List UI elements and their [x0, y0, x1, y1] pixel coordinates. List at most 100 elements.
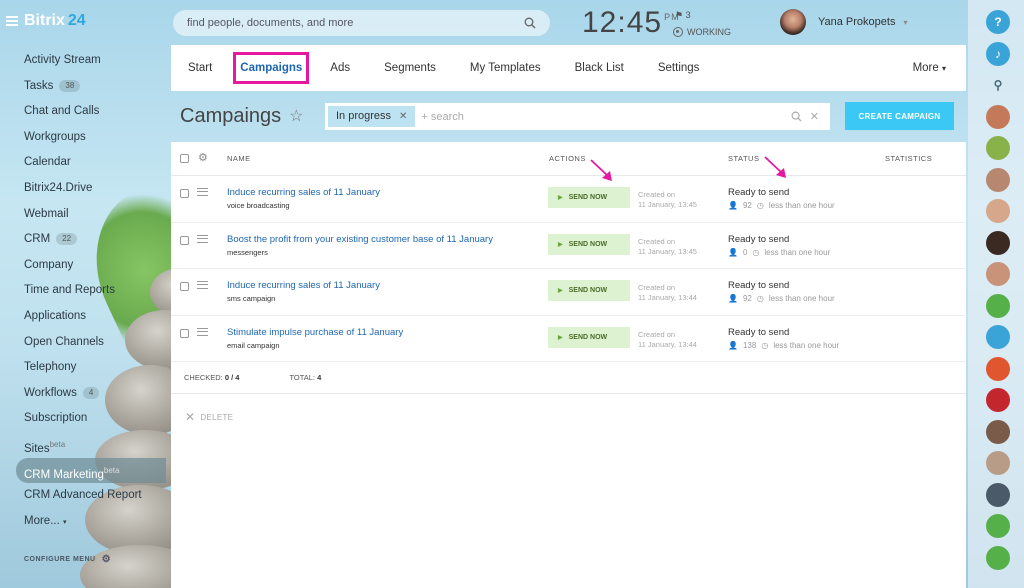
- filter-search-field[interactable]: In progress ✕ + search ✕: [325, 103, 830, 130]
- row-checkbox[interactable]: [180, 282, 189, 291]
- recipient-count: 92: [742, 294, 752, 303]
- column-header-status[interactable]: STATUS: [728, 154, 759, 163]
- grid-settings-gear-icon[interactable]: ⚙: [198, 151, 208, 164]
- phone-icon[interactable]: [986, 545, 1010, 570]
- tab-segments[interactable]: Segments: [367, 45, 453, 91]
- row-menu-icon[interactable]: [197, 234, 208, 243]
- campaign-name-link[interactable]: Stimulate impulse purchase of 11 January: [227, 327, 403, 338]
- user-avatar[interactable]: [986, 419, 1010, 444]
- app-logo[interactable]: Bitrix 24: [6, 12, 86, 30]
- hamburger-menu-icon[interactable]: [6, 16, 18, 26]
- sidebar-item-label: Company: [24, 258, 74, 271]
- tab-black-list[interactable]: Black List: [558, 45, 641, 91]
- user-avatar[interactable]: [986, 451, 1010, 475]
- row-checkbox[interactable]: [180, 328, 189, 338]
- megaphone-icon[interactable]: [986, 514, 1010, 538]
- table-row[interactable]: Induce recurring sales of 11 January sms …: [171, 269, 966, 316]
- gear-icon: ⚙: [101, 554, 112, 565]
- table-row[interactable]: Induce recurring sales of 11 January voic…: [171, 176, 966, 223]
- user-avatar[interactable]: [986, 482, 1010, 507]
- sidebar-item[interactable]: Time and Reports: [0, 278, 160, 304]
- sidebar-item[interactable]: Bitrix24.Drive: [0, 176, 160, 202]
- megaphone-icon[interactable]: [986, 325, 1010, 349]
- user-avatar[interactable]: [986, 199, 1010, 223]
- filter-chip[interactable]: In progress ✕: [328, 106, 416, 127]
- sidebar-item[interactable]: Tasks 38: [0, 74, 160, 100]
- tab-start[interactable]: Start: [171, 45, 229, 91]
- sidebar-item[interactable]: Sitesbeta: [0, 432, 160, 458]
- created-info: Created on 11 January, 13:44: [638, 283, 697, 303]
- sidebar-item[interactable]: Telephony: [0, 355, 160, 381]
- send-now-button[interactable]: ▶ SEND NOW: [548, 233, 630, 255]
- search-icon[interactable]: ⚲: [986, 73, 1010, 97]
- sidebar-item[interactable]: More... ▾: [0, 509, 160, 535]
- checked-label: CHECKED:: [184, 373, 223, 382]
- flag-count[interactable]: ⚑ 3: [675, 10, 691, 21]
- help-icon[interactable]: ?: [986, 10, 1010, 34]
- search-icon[interactable]: [524, 17, 536, 29]
- send-now-button[interactable]: ▶ SEND NOW: [548, 280, 630, 301]
- sidebar-item[interactable]: Workgroups: [0, 125, 160, 151]
- send-now-button[interactable]: ▶ SEND NOW: [548, 187, 630, 208]
- table-row[interactable]: Boost the profit from your existing cust…: [171, 223, 966, 269]
- clear-icon[interactable]: ✕: [810, 110, 819, 123]
- sidebar-item[interactable]: Activity Stream: [0, 48, 160, 74]
- sidebar-item[interactable]: CRM 22: [0, 227, 160, 253]
- megaphone-icon[interactable]: [986, 356, 1010, 381]
- filter-chip-label: In progress: [336, 110, 392, 122]
- sidebar-item[interactable]: Chat and Calls: [0, 99, 160, 125]
- tab-campaigns[interactable]: Campaigns: [233, 52, 310, 84]
- sidebar-item[interactable]: Workflows 4: [0, 381, 160, 407]
- sidebar-item[interactable]: Subscription: [0, 406, 160, 432]
- row-checkbox[interactable]: [180, 235, 189, 245]
- campaign-name-link[interactable]: Induce recurring sales of 11 January: [227, 187, 380, 198]
- user-avatar[interactable]: [986, 167, 1010, 192]
- column-header-statistics[interactable]: STATISTICS: [885, 154, 932, 163]
- row-menu-icon[interactable]: [197, 188, 208, 196]
- lock-icon[interactable]: [986, 293, 1010, 318]
- green-avatar[interactable]: [986, 136, 1010, 160]
- tab-ads[interactable]: Ads: [313, 45, 367, 91]
- megaphone-avatar[interactable]: [986, 104, 1010, 129]
- tab-more[interactable]: More ▾: [896, 45, 966, 91]
- red-avatar[interactable]: [986, 388, 1010, 412]
- row-menu-icon[interactable]: [197, 281, 208, 289]
- send-now-label: SEND NOW: [568, 194, 608, 201]
- global-search-input[interactable]: find people, documents, and more: [173, 10, 550, 36]
- user-avatar[interactable]: [986, 262, 1010, 286]
- recipient-count: 0: [742, 247, 748, 257]
- sidebar-item[interactable]: CRM Marketingbeta: [16, 457, 166, 484]
- sidebar-item[interactable]: Applications: [0, 304, 160, 330]
- tab-my-templates[interactable]: My Templates: [453, 45, 558, 91]
- sidebar-item[interactable]: Open Channels: [0, 330, 160, 356]
- star-icon[interactable]: ☆: [289, 106, 303, 126]
- configure-menu-label: CONFIGURE MENU: [24, 556, 96, 563]
- sidebar-item[interactable]: Company: [0, 253, 160, 279]
- send-now-button[interactable]: ▶ SEND NOW: [548, 326, 630, 348]
- table-row[interactable]: Stimulate impulse purchase of 11 January…: [171, 316, 966, 362]
- status-text: Ready to send: [728, 187, 790, 198]
- sidebar-item-label: Workgroups: [24, 130, 86, 143]
- column-header-actions[interactable]: ACTIONS: [549, 154, 586, 163]
- sidebar-item[interactable]: Webmail: [0, 202, 160, 228]
- user-avatar[interactable]: [986, 230, 1010, 255]
- close-icon[interactable]: ✕: [399, 106, 407, 127]
- sidebar-item[interactable]: CRM Advanced Report: [0, 483, 160, 509]
- create-campaign-button[interactable]: CREATE CAMPAIGN: [845, 102, 954, 130]
- row-menu-icon[interactable]: [197, 327, 208, 336]
- search-icon[interactable]: [791, 111, 802, 122]
- bell-icon[interactable]: ♪: [986, 41, 1010, 66]
- row-checkbox[interactable]: [180, 189, 189, 198]
- select-all-checkbox[interactable]: [180, 154, 189, 163]
- delete-button[interactable]: ✕ DELETE: [185, 410, 233, 424]
- configure-menu-button[interactable]: CONFIGURE MENU ⚙: [24, 554, 111, 565]
- created-info: Created on 11 January, 13:45: [638, 190, 697, 210]
- column-header-name[interactable]: NAME: [227, 154, 251, 163]
- campaign-name-link[interactable]: Induce recurring sales of 11 January: [227, 280, 380, 291]
- sidebar-item[interactable]: Calendar: [0, 150, 160, 176]
- work-day-status[interactable]: WORKING: [673, 27, 731, 37]
- clock[interactable]: 12:45 PM: [582, 6, 680, 40]
- tab-settings[interactable]: Settings: [641, 45, 717, 91]
- campaign-name-link[interactable]: Boost the profit from your existing cust…: [227, 234, 493, 245]
- user-menu[interactable]: Yana Prokopets ▾: [780, 9, 907, 35]
